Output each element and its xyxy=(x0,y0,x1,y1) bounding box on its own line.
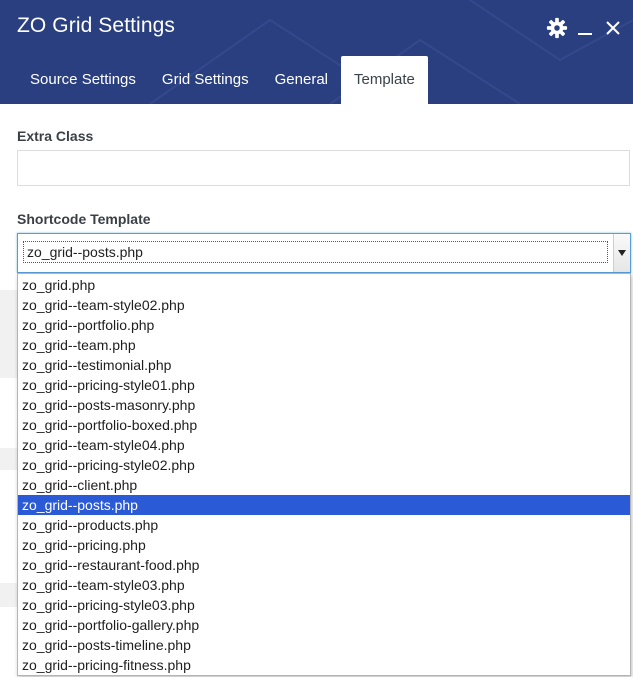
background-panel-fragment xyxy=(0,290,17,378)
dropdown-option[interactable]: zo_grid--team-style04.php xyxy=(18,435,630,455)
shortcode-template-dropdown: zo_grid.php zo_grid--team-style02.php zo… xyxy=(17,273,631,676)
shortcode-template-select[interactable]: zo_grid--posts.php xyxy=(17,233,631,273)
tab-general[interactable]: General xyxy=(262,56,341,104)
dropdown-option[interactable]: zo_grid--pricing-fitness.php xyxy=(18,655,630,675)
dropdown-option[interactable]: zo_grid--team.php xyxy=(18,335,630,355)
extra-class-label: Extra Class xyxy=(17,128,94,144)
background-panel-fragment xyxy=(0,448,17,470)
tab-template[interactable]: Template xyxy=(341,56,428,104)
dropdown-option[interactable]: zo_grid--restaurant-food.php xyxy=(18,555,630,575)
dropdown-option[interactable]: zo_grid--portfolio-boxed.php xyxy=(18,415,630,435)
dropdown-option[interactable]: zo_grid--posts-masonry.php xyxy=(18,395,630,415)
tab-bar: Source Settings Grid Settings General Te… xyxy=(17,56,428,104)
dropdown-option[interactable]: zo_grid--portfolio-gallery.php xyxy=(18,615,630,635)
close-icon[interactable] xyxy=(599,14,627,42)
dialog-header: ZO Grid Settings Source Settings Grid Se… xyxy=(0,0,633,104)
select-current-value: zo_grid--posts.php xyxy=(23,241,608,263)
dropdown-option[interactable]: zo_grid--portfolio.php xyxy=(18,315,630,335)
dropdown-option[interactable]: zo_grid--team-style03.php xyxy=(18,575,630,595)
extra-class-input[interactable] xyxy=(17,150,630,186)
tab-source-settings[interactable]: Source Settings xyxy=(17,56,149,104)
dropdown-option[interactable]: zo_grid--pricing-style03.php xyxy=(18,595,630,615)
dropdown-option[interactable]: zo_grid--products.php xyxy=(18,515,630,535)
window-controls xyxy=(543,14,627,42)
shortcode-template-label: Shortcode Template xyxy=(17,211,151,227)
dropdown-option[interactable]: zo_grid--pricing-style02.php xyxy=(18,455,630,475)
dropdown-option[interactable]: zo_grid--pricing-style01.php xyxy=(18,375,630,395)
dropdown-option[interactable]: zo_grid--testimonial.php xyxy=(18,355,630,375)
background-panel-fragment xyxy=(0,583,17,607)
dropdown-arrow-icon[interactable] xyxy=(613,234,630,272)
dropdown-option[interactable]: zo_grid.php xyxy=(18,275,630,295)
dropdown-option[interactable]: zo_grid--posts-timeline.php xyxy=(18,635,630,655)
dialog-title: ZO Grid Settings xyxy=(17,14,175,37)
dropdown-option[interactable]: zo_grid--client.php xyxy=(18,475,630,495)
dropdown-option[interactable]: zo_grid--pricing.php xyxy=(18,535,630,555)
dropdown-option[interactable]: zo_grid--team-style02.php xyxy=(18,295,630,315)
gear-icon[interactable] xyxy=(543,14,571,42)
tab-grid-settings[interactable]: Grid Settings xyxy=(149,56,262,104)
minimize-icon[interactable] xyxy=(571,14,599,42)
dropdown-option-selected[interactable]: zo_grid--posts.php xyxy=(18,495,630,515)
